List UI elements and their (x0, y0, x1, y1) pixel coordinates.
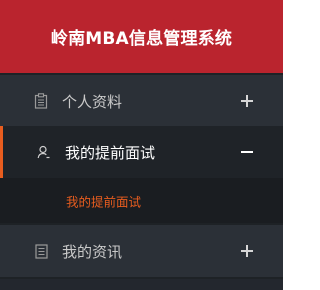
sidebar-item-label: 个人资料 (62, 92, 123, 111)
sidebar-item-my-news[interactable]: 我的资讯 (0, 225, 283, 277)
sidebar-item-early-interview[interactable]: 我的提前面试 (0, 126, 283, 178)
sidebar-item-label: 我的资讯 (62, 242, 123, 261)
plus-icon[interactable] (241, 95, 253, 107)
divider (0, 277, 283, 279)
minus-icon[interactable] (241, 146, 253, 158)
submenu-early-interview: 我的提前面试 (0, 178, 283, 223)
sidebar-item-label: 我的提前面试 (65, 143, 156, 162)
plus-icon[interactable] (241, 245, 253, 257)
sidebar-item-personal-profile[interactable]: 个人资料 (0, 75, 283, 127)
app-title: 岭南MBA信息管理系统 (50, 29, 233, 49)
app-header: 岭南MBA信息管理系统 (0, 0, 283, 73)
submenu-item-my-early-interview[interactable]: 我的提前面试 (66, 191, 141, 210)
user-icon (36, 144, 52, 160)
document-icon (33, 243, 49, 259)
app-frame: 岭南MBA信息管理系统 个人资料 我的提前面试 我的提前面试 我的资讯 (0, 0, 283, 290)
clipboard-icon (33, 93, 49, 109)
